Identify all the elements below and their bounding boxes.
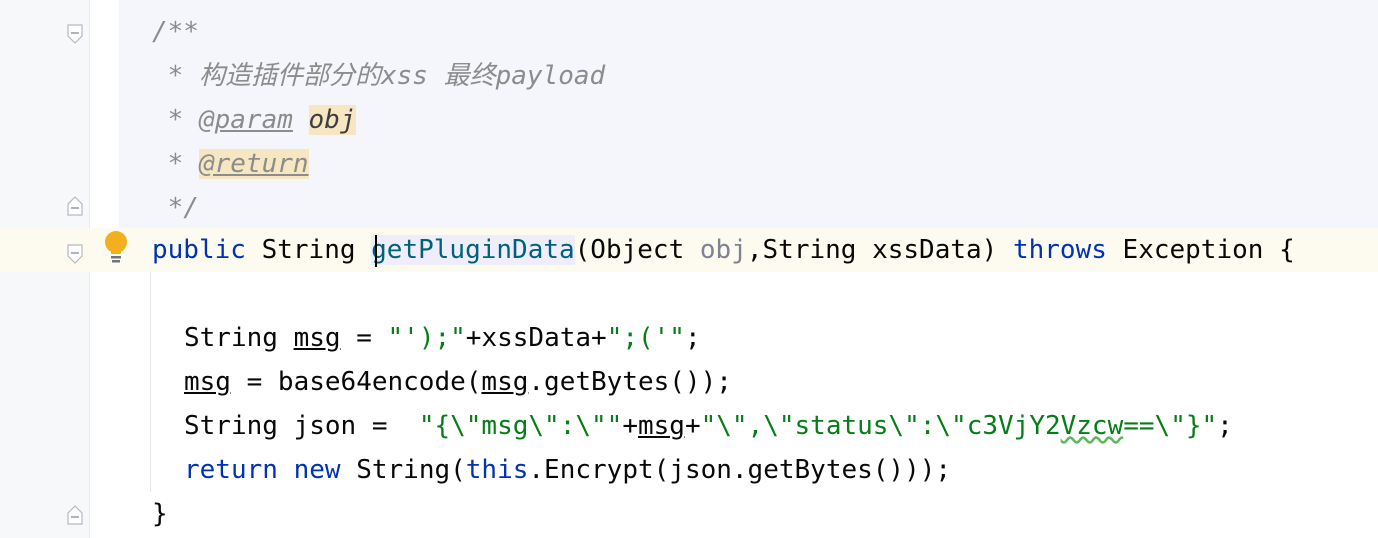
keyword-throws: throws bbox=[1012, 235, 1107, 265]
javadoc-star: * bbox=[152, 61, 199, 91]
javadoc-star: * bbox=[152, 149, 199, 179]
javadoc-return-line[interactable]: * @return bbox=[152, 142, 309, 186]
javadoc-star: * bbox=[152, 105, 199, 135]
var-msg[interactable]: msg bbox=[638, 411, 685, 441]
string-literal: ";('" bbox=[606, 323, 685, 353]
javadoc-param-tag[interactable]: @param bbox=[199, 105, 293, 135]
code-line-json[interactable]: String json = "{\"msg\":\""+msg+"\",\"st… bbox=[184, 404, 1233, 448]
encrypt-call: .Encrypt(json.getBytes())); bbox=[528, 455, 952, 485]
string-ctor: String( bbox=[340, 455, 466, 485]
string-literal: "\",\"status\":\"c3VjY2 bbox=[700, 411, 1061, 441]
concat-op: + bbox=[684, 411, 701, 441]
base64-call: = base64encode( bbox=[230, 367, 482, 397]
var-msg[interactable]: msg bbox=[481, 367, 528, 397]
javadoc-description[interactable]: * 构造插件部分的xss 最终payload bbox=[152, 54, 606, 98]
typo-squiggle[interactable]: Vzcw bbox=[1061, 411, 1124, 441]
keyword-public: public bbox=[152, 235, 246, 265]
return-type: String bbox=[245, 235, 372, 265]
keyword-this: this bbox=[465, 455, 529, 485]
code-line-return[interactable]: return new String(this.Encrypt(json.getB… bbox=[184, 448, 951, 492]
javadoc-param-name[interactable]: obj bbox=[308, 105, 356, 135]
javadoc-description-text: 构造插件部分的xss 最终payload bbox=[198, 61, 606, 91]
fold-icon[interactable] bbox=[67, 505, 83, 525]
javadoc-return-tag[interactable]: @return bbox=[198, 149, 309, 179]
code-line-base64[interactable]: msg = base64encode(msg.getBytes()); bbox=[184, 360, 732, 404]
code-line-msg-assign[interactable]: String msg = "');"+xssData+";('"; bbox=[184, 316, 701, 360]
code-editor[interactable]: /** * 构造插件部分的xss 最终payload * @param obj … bbox=[0, 0, 1378, 538]
fold-icon[interactable] bbox=[67, 24, 83, 44]
method-signature[interactable]: public String getPluginData(Object obj,S… bbox=[152, 228, 1295, 272]
fold-icon[interactable] bbox=[67, 244, 83, 264]
keyword-new: new bbox=[293, 455, 341, 485]
concat-expr: +xssData+ bbox=[465, 323, 607, 353]
string-literal: "{\"msg\":\"" bbox=[418, 411, 623, 441]
keyword-return: return bbox=[184, 455, 278, 485]
semicolon: ; bbox=[1217, 411, 1233, 441]
var-msg[interactable]: msg bbox=[184, 367, 231, 397]
type-string: String bbox=[184, 323, 294, 353]
param-rest: ,String xssData) bbox=[746, 235, 1013, 265]
intention-bulb-icon[interactable] bbox=[103, 230, 129, 264]
operator-assign: = bbox=[340, 323, 388, 353]
javadoc-close[interactable]: */ bbox=[152, 186, 199, 230]
json-decl: String json = bbox=[184, 411, 419, 441]
getbytes-call: .getBytes()); bbox=[528, 367, 732, 397]
string-literal: ==\"}" bbox=[1123, 411, 1218, 441]
fold-icon[interactable] bbox=[67, 196, 83, 216]
indent-guide bbox=[150, 272, 151, 492]
method-name[interactable]: getPluginData bbox=[371, 235, 575, 265]
text-caret bbox=[375, 235, 377, 267]
param-obj[interactable]: obj bbox=[700, 235, 747, 265]
var-msg[interactable]: msg bbox=[294, 323, 341, 353]
concat-op: + bbox=[622, 411, 638, 441]
semicolon: ; bbox=[684, 323, 701, 353]
javadoc-param-line[interactable]: * @param obj bbox=[152, 98, 356, 142]
closing-brace[interactable]: } bbox=[152, 492, 168, 536]
exception-type: Exception { bbox=[1106, 235, 1295, 265]
param-open: (Object bbox=[574, 235, 700, 265]
javadoc-open[interactable]: /** bbox=[152, 10, 199, 54]
string-literal: "');" bbox=[387, 323, 466, 353]
